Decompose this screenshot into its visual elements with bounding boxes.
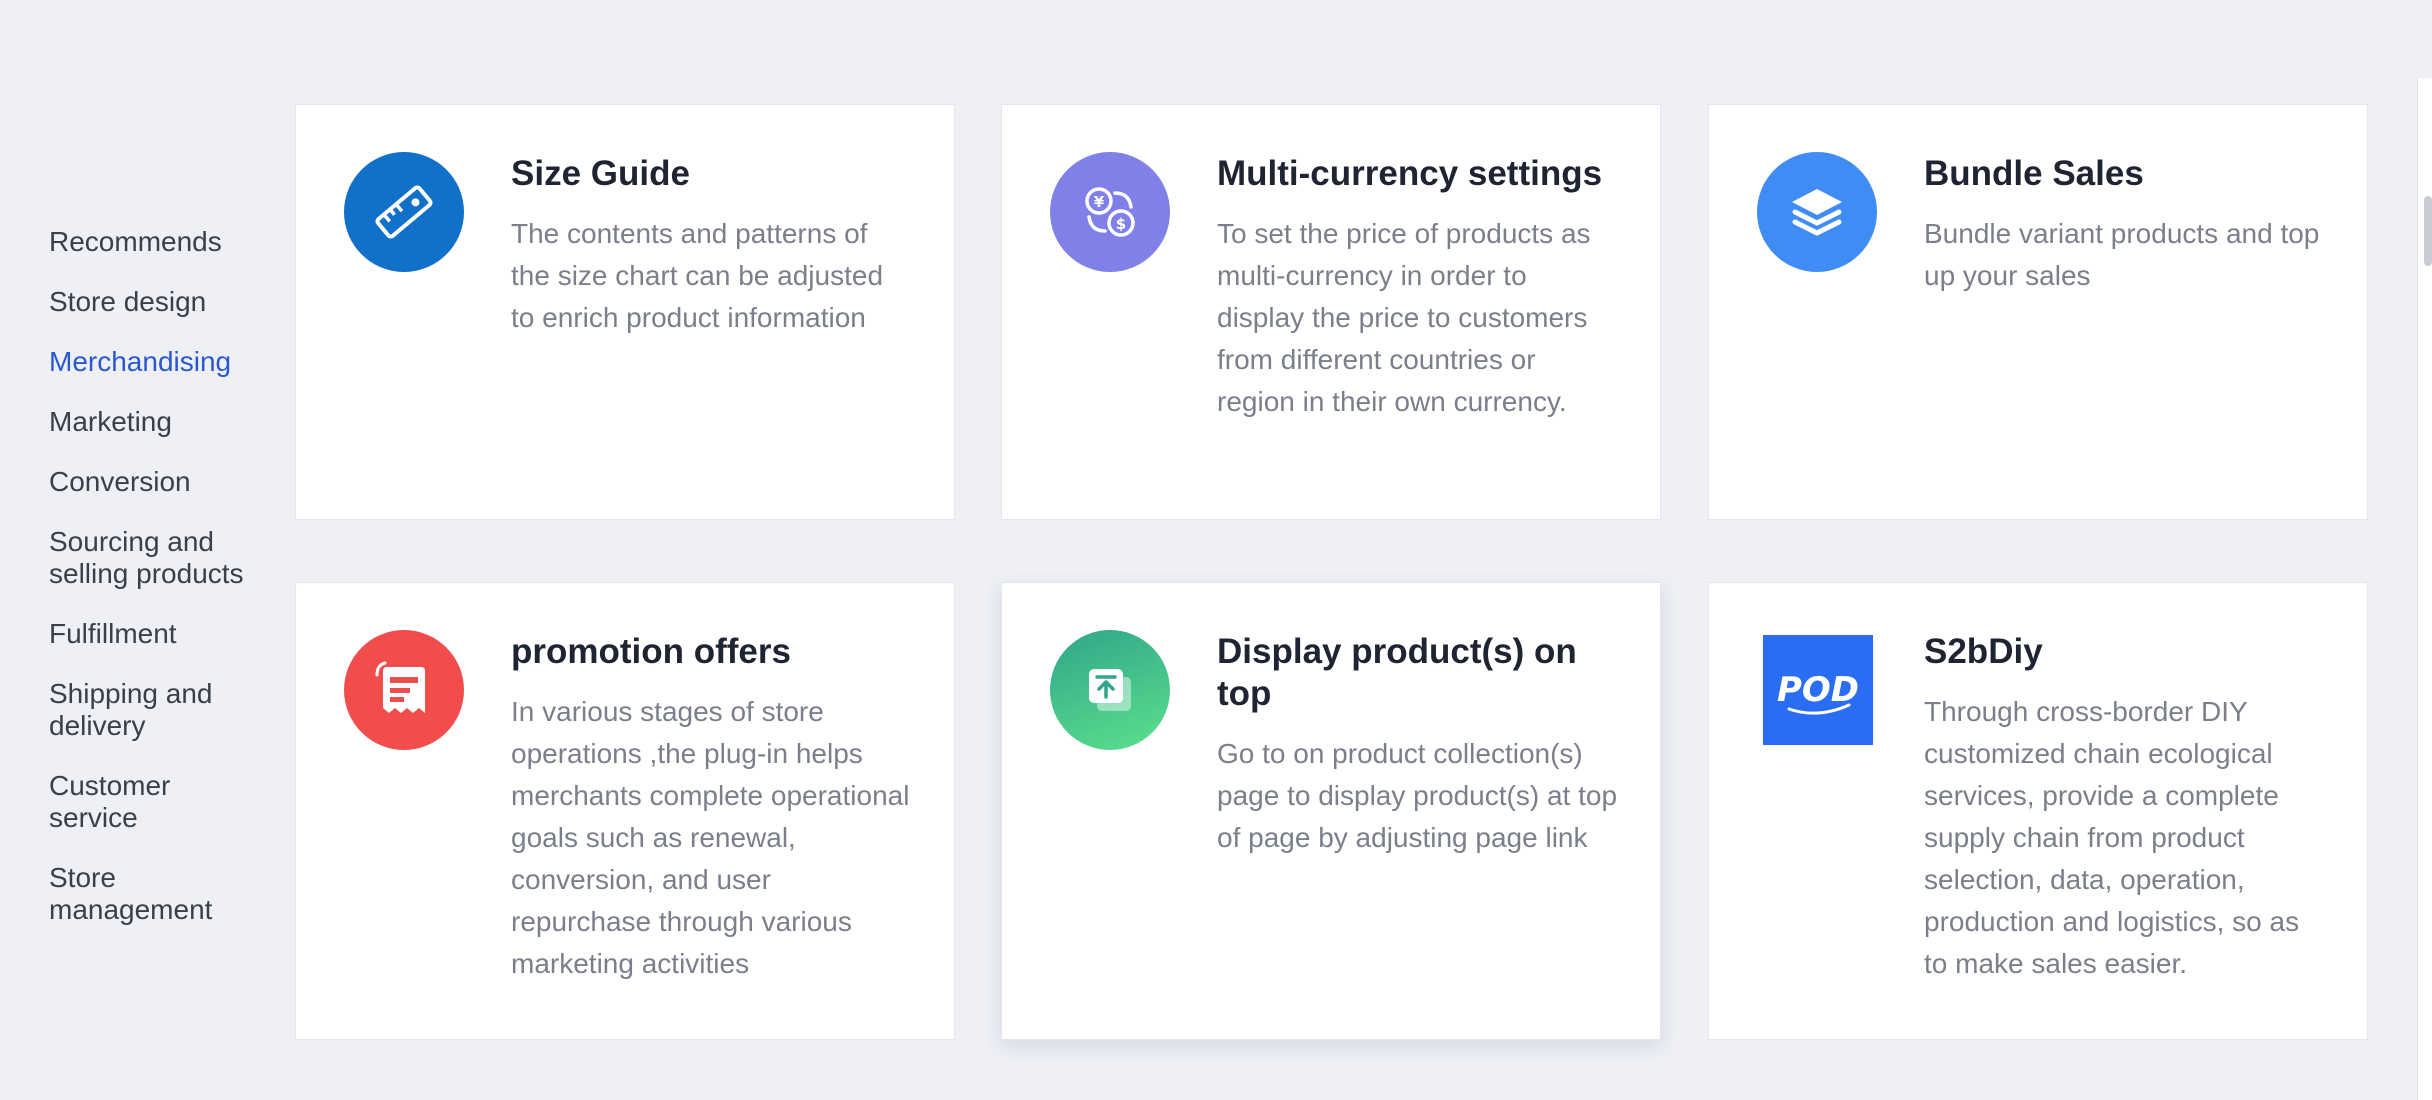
app-card-s2bdiy[interactable]: POD S2bDiy Through cross-border DIY cust… (1708, 582, 2368, 1040)
card-description: Go to on product collection(s) page to d… (1217, 738, 1618, 853)
card-title: S2bDiy (1924, 632, 2043, 671)
sidebar-item-merchandising[interactable]: Merchandising (49, 346, 259, 378)
card-description: Through cross-border DIY customized chai… (1924, 696, 2300, 979)
receipt-icon (344, 630, 464, 750)
svg-text:$: $ (1116, 215, 1126, 233)
page-scrollbar-thumb[interactable] (2424, 196, 2432, 266)
currency-exchange-icon: ¥ $ (1050, 152, 1170, 272)
pin-to-top-icon (1050, 630, 1170, 750)
sidebar-item-conversion[interactable]: Conversion (49, 466, 259, 498)
app-card-multi-currency[interactable]: ¥ $ Multi-currency settings To set the p… (1001, 104, 1661, 520)
category-sidebar: Recommends Store design Merchandising Ma… (49, 226, 259, 954)
sidebar-item-customer-service[interactable]: Customer service (49, 770, 259, 834)
card-description: The contents and patterns of the size ch… (511, 218, 884, 333)
app-card-size-guide[interactable]: Size Guide The contents and patterns of … (295, 104, 955, 520)
sidebar-item-shipping[interactable]: Shipping and delivery (49, 678, 259, 742)
card-title: promotion offers (511, 632, 791, 671)
app-card-display-on-top[interactable]: Display product(s) on top Go to on produ… (1001, 582, 1661, 1040)
sidebar-item-fulfillment[interactable]: Fulfillment (49, 618, 259, 650)
pod-logo-icon: POD (1763, 635, 1873, 745)
app-card-bundle-sales[interactable]: Bundle Sales Bundle variant products and… (1708, 104, 2368, 520)
card-title: Multi-currency settings (1217, 154, 1603, 193)
card-description: To set the price of products as multi-cu… (1217, 218, 1591, 417)
svg-text:¥: ¥ (1094, 193, 1105, 211)
sidebar-item-recommends[interactable]: Recommends (49, 226, 259, 258)
card-title: Bundle Sales (1924, 154, 2144, 193)
card-description: In various stages of store operations ,t… (511, 696, 910, 979)
svg-text:POD: POD (1777, 670, 1859, 710)
layers-icon (1757, 152, 1877, 272)
app-card-promotion-offers[interactable]: promotion offers In various stages of st… (295, 582, 955, 1040)
ruler-icon (344, 152, 464, 272)
sidebar-item-sourcing[interactable]: Sourcing and selling products (49, 526, 259, 590)
sidebar-item-store-management[interactable]: Store management (49, 862, 259, 926)
sidebar-item-store-design[interactable]: Store design (49, 286, 259, 318)
card-description: Bundle variant products and top up your … (1924, 218, 2320, 291)
card-title: Size Guide (511, 154, 690, 193)
sidebar-item-marketing[interactable]: Marketing (49, 406, 259, 438)
card-title: Display product(s) on top (1217, 632, 1577, 713)
